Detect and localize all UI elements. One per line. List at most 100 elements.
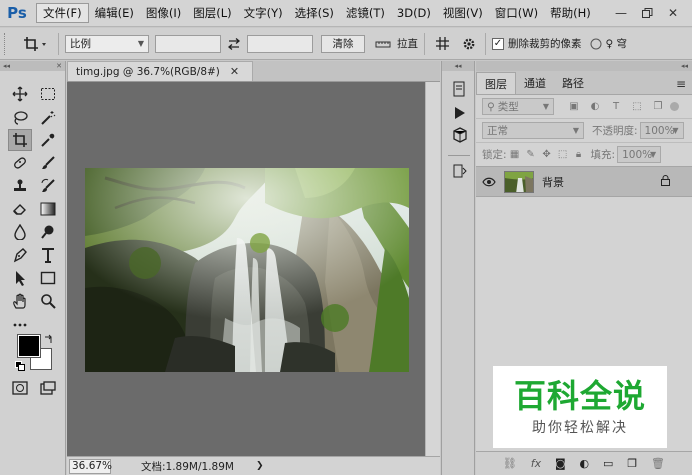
lock-artboard-icon[interactable]: ⬚	[555, 147, 571, 163]
tab-channels[interactable]: 通道	[516, 72, 554, 94]
gear-icon[interactable]	[459, 37, 479, 51]
move-icon[interactable]	[8, 83, 32, 105]
content-aware-icon[interactable]	[590, 38, 602, 50]
lock-image-icon[interactable]: ✎	[523, 147, 539, 163]
layer-filter-select[interactable]: ⚲ 类型 ▼	[482, 98, 554, 115]
default-colors-icon[interactable]	[15, 361, 25, 374]
new-layer-icon[interactable]: ❐	[627, 457, 637, 470]
crop-icon[interactable]	[8, 129, 32, 151]
minimize-icon[interactable]: —	[608, 3, 634, 23]
lock-position-icon[interactable]: ✥	[539, 147, 555, 163]
status-menu-arrow-icon[interactable]: ❯	[256, 461, 264, 471]
separator	[485, 32, 486, 55]
filter-toggle-icon[interactable]	[670, 102, 679, 111]
clear-button[interactable]: 清除	[321, 34, 365, 53]
marquee-icon[interactable]	[36, 83, 60, 105]
zoom-level-field[interactable]: 36.67%	[69, 458, 112, 474]
filter-adjustment-icon[interactable]: ◐	[587, 99, 603, 115]
dodge-icon[interactable]	[36, 221, 60, 243]
overlay-grid-icon[interactable]	[431, 36, 453, 51]
fx-icon[interactable]: fx	[531, 457, 541, 470]
screen-mode-icon[interactable]	[36, 377, 60, 399]
layers-panel-tabs: 图层 通道 路径 ≡	[476, 71, 692, 95]
gradient-icon[interactable]	[36, 198, 60, 220]
menu-edit[interactable]: 编辑(E)	[89, 3, 140, 23]
opacity-field[interactable]: 100% ▼	[639, 122, 684, 139]
menu-3d[interactable]: 3D(D)	[391, 3, 437, 23]
crop-width-field[interactable]	[155, 34, 221, 53]
filter-smart-object-icon[interactable]: ❐	[650, 99, 666, 115]
menu-view[interactable]: 视图(V)	[437, 3, 489, 23]
rectangle-icon[interactable]	[36, 267, 60, 289]
eyedropper-icon[interactable]	[36, 129, 60, 151]
lasso-icon[interactable]	[8, 107, 32, 129]
vertical-scrollbar[interactable]	[425, 82, 440, 456]
lock-pixels-icon[interactable]: ▦	[507, 147, 523, 163]
eye-icon[interactable]	[476, 177, 502, 187]
ratio-select[interactable]: 比例 ▼	[65, 34, 149, 53]
chevron-down-icon: ▼	[572, 126, 579, 135]
lock-all-icon[interactable]: 🔒︎	[571, 147, 587, 163]
tab-layers[interactable]: 图层	[476, 72, 516, 94]
tab-paths[interactable]: 路径	[554, 72, 592, 94]
zoom-icon[interactable]	[36, 290, 60, 312]
brush-icon[interactable]	[36, 152, 60, 174]
delete-cropped-label: 删除裁剪的像素	[508, 38, 582, 50]
crop-height-field[interactable]	[247, 34, 313, 53]
options-bar: 比例 ▼ 清除 拉直 ✓ 删除裁剪的像素 ♀ 穹	[0, 28, 692, 60]
add-mask-icon[interactable]: ◙	[555, 457, 566, 470]
filter-shape-icon[interactable]: ⬚	[629, 99, 645, 115]
stamp-icon[interactable]	[8, 175, 32, 197]
properties-panel-icon[interactable]	[449, 161, 471, 181]
type-icon[interactable]	[36, 244, 60, 266]
straighten-icon[interactable]	[373, 38, 393, 50]
foreground-color-swatch[interactable]	[17, 334, 41, 358]
path-select-icon[interactable]	[8, 267, 32, 289]
healing-icon[interactable]	[8, 152, 32, 174]
quick-mask-icon[interactable]	[8, 377, 32, 399]
link-layers-icon[interactable]: ⛓	[503, 457, 517, 470]
panel-menu-icon[interactable]: ≡	[676, 77, 686, 91]
menu-filter[interactable]: 滤镜(T)	[340, 3, 391, 23]
menu-type[interactable]: 文字(Y)	[238, 3, 289, 23]
3d-panel-icon[interactable]	[449, 125, 471, 145]
options-overflow-text: ♀ 穹	[605, 38, 628, 50]
delete-layer-icon[interactable]: 🗑︎	[651, 457, 665, 470]
swap-colors-icon[interactable]	[44, 334, 54, 347]
canvas-image-waterfall[interactable]	[85, 168, 409, 372]
chevron-down-icon: ▼	[672, 126, 679, 135]
layer-row[interactable]: 背景	[476, 167, 692, 197]
blur-icon[interactable]	[8, 221, 32, 243]
fill-field[interactable]: 100% ▼	[617, 146, 662, 163]
ratio-select-value: 比例	[70, 38, 91, 50]
more-icon[interactable]	[8, 314, 32, 336]
new-group-icon[interactable]: ▭	[603, 457, 613, 470]
pen-icon[interactable]	[8, 244, 32, 266]
eraser-icon[interactable]	[8, 198, 32, 220]
hand-icon[interactable]	[8, 290, 32, 312]
actions-play-icon[interactable]	[449, 103, 471, 123]
menu-layer[interactable]: 图层(L)	[187, 3, 237, 23]
watermark-subtitle: 助你轻松解决	[532, 420, 628, 436]
menu-file[interactable]: 文件(F)	[36, 3, 89, 23]
separator	[58, 32, 59, 55]
filter-type-icon[interactable]: T	[608, 99, 624, 115]
menu-help[interactable]: 帮助(H)	[544, 3, 597, 23]
swap-dimensions-icon[interactable]	[221, 37, 247, 50]
restore-icon[interactable]	[634, 3, 660, 23]
history-panel-icon[interactable]	[449, 79, 471, 99]
magic-wand-icon[interactable]	[36, 107, 60, 129]
delete-cropped-checkbox[interactable]: ✓	[492, 37, 504, 50]
filter-pixel-icon[interactable]: ▣	[566, 99, 582, 115]
close-icon[interactable]: ✕	[660, 3, 686, 23]
history-brush-icon[interactable]	[36, 175, 60, 197]
options-grip[interactable]	[4, 32, 10, 55]
blend-mode-select[interactable]: 正常 ▼	[482, 122, 584, 139]
menu-select[interactable]: 选择(S)	[289, 3, 340, 23]
menu-image[interactable]: 图像(I)	[140, 3, 187, 23]
adjustment-layer-icon[interactable]: ◐	[580, 457, 590, 470]
menu-window[interactable]: 窗口(W)	[489, 3, 544, 23]
document-tab[interactable]: timg.jpg @ 36.7%(RGB/8#) ✕	[67, 61, 253, 81]
crop-tool-preset-icon[interactable]	[18, 32, 52, 56]
close-tab-icon[interactable]: ✕	[230, 65, 239, 78]
